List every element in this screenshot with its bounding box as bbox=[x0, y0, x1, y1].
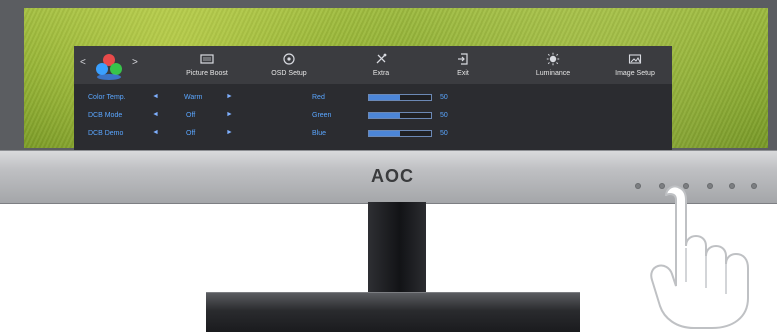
osd-setup-icon bbox=[282, 52, 296, 66]
menu-label-extra: Extra bbox=[372, 70, 390, 77]
menu-item-luminance[interactable]: Luminance bbox=[516, 46, 590, 84]
menu-label-luminance: Luminance bbox=[535, 70, 571, 77]
menu-label-picture-boost: Picture Boost bbox=[186, 70, 228, 77]
color-balls-icon[interactable] bbox=[92, 51, 126, 81]
setting-value-color-temp[interactable]: Warm bbox=[184, 94, 202, 101]
setting-right-icon[interactable]: ► bbox=[226, 93, 233, 100]
brand-logo: AOC bbox=[371, 166, 414, 186]
setting-label-color-temp: Color Temp. bbox=[88, 94, 126, 101]
menu-item-exit[interactable]: Exit bbox=[426, 46, 500, 84]
monitor-stand-neck bbox=[368, 202, 426, 297]
rgb-bar-fill-green bbox=[369, 113, 400, 118]
setting-right-icon[interactable]: ► bbox=[226, 129, 233, 136]
setting-left-icon[interactable]: ◄ bbox=[152, 111, 159, 118]
rgb-value-blue: 50 bbox=[440, 130, 448, 137]
rgb-value-red: 50 bbox=[440, 94, 448, 101]
menu-item-extra[interactable]: Extra bbox=[344, 46, 418, 84]
menu-label-osd-setup: OSD Setup bbox=[271, 70, 307, 77]
monitor-stand-base bbox=[206, 292, 580, 332]
rgb-value-green: 50 bbox=[440, 112, 448, 119]
setting-label-dcb-demo: DCB Demo bbox=[88, 130, 124, 137]
menu-label-image-setup: Image Setup bbox=[615, 70, 655, 77]
rgb-bar-green[interactable] bbox=[368, 112, 432, 119]
menu-label-exit: Exit bbox=[457, 70, 469, 77]
menu-item-picture-boost[interactable]: Picture Boost bbox=[170, 46, 244, 84]
menu-item-image-setup[interactable]: Image Setup bbox=[598, 46, 672, 84]
setting-right-icon[interactable]: ► bbox=[226, 111, 233, 118]
osd-content-panel: Color Temp. ◄ Warm ► DCB Mode ◄ Off ► DC… bbox=[74, 84, 672, 150]
setting-value-dcb-mode[interactable]: Off bbox=[186, 112, 195, 119]
extra-icon bbox=[374, 52, 388, 66]
rgb-bar-blue[interactable] bbox=[368, 130, 432, 137]
menu-item-osd-setup[interactable]: OSD Setup bbox=[252, 46, 326, 84]
osd-left-arrow[interactable]: < bbox=[80, 58, 86, 68]
setting-label-dcb-mode: DCB Mode bbox=[88, 112, 123, 119]
setting-left-icon[interactable]: ◄ bbox=[152, 93, 159, 100]
osd-menu: < > Picture Boost OSD Setup Extra Exit L… bbox=[74, 46, 672, 150]
osd-right-arrow[interactable]: > bbox=[132, 58, 138, 68]
picture-boost-icon bbox=[200, 52, 214, 66]
setting-value-dcb-demo[interactable]: Off bbox=[186, 130, 195, 137]
luminance-icon bbox=[546, 52, 560, 66]
pointing-hand-icon bbox=[650, 185, 749, 329]
rgb-bar-fill-blue bbox=[369, 131, 400, 136]
rgb-bar-red[interactable] bbox=[368, 94, 432, 101]
setting-left-icon[interactable]: ◄ bbox=[152, 129, 159, 136]
image-setup-icon bbox=[628, 52, 642, 66]
osd-top-menu-bar: < > Picture Boost OSD Setup Extra Exit L… bbox=[74, 46, 672, 85]
rgb-label-red: Red bbox=[312, 94, 325, 101]
rgb-label-green: Green bbox=[312, 112, 332, 119]
rgb-label-blue: Blue bbox=[312, 130, 327, 137]
rgb-bar-fill-red bbox=[369, 95, 400, 100]
exit-icon bbox=[456, 52, 470, 66]
